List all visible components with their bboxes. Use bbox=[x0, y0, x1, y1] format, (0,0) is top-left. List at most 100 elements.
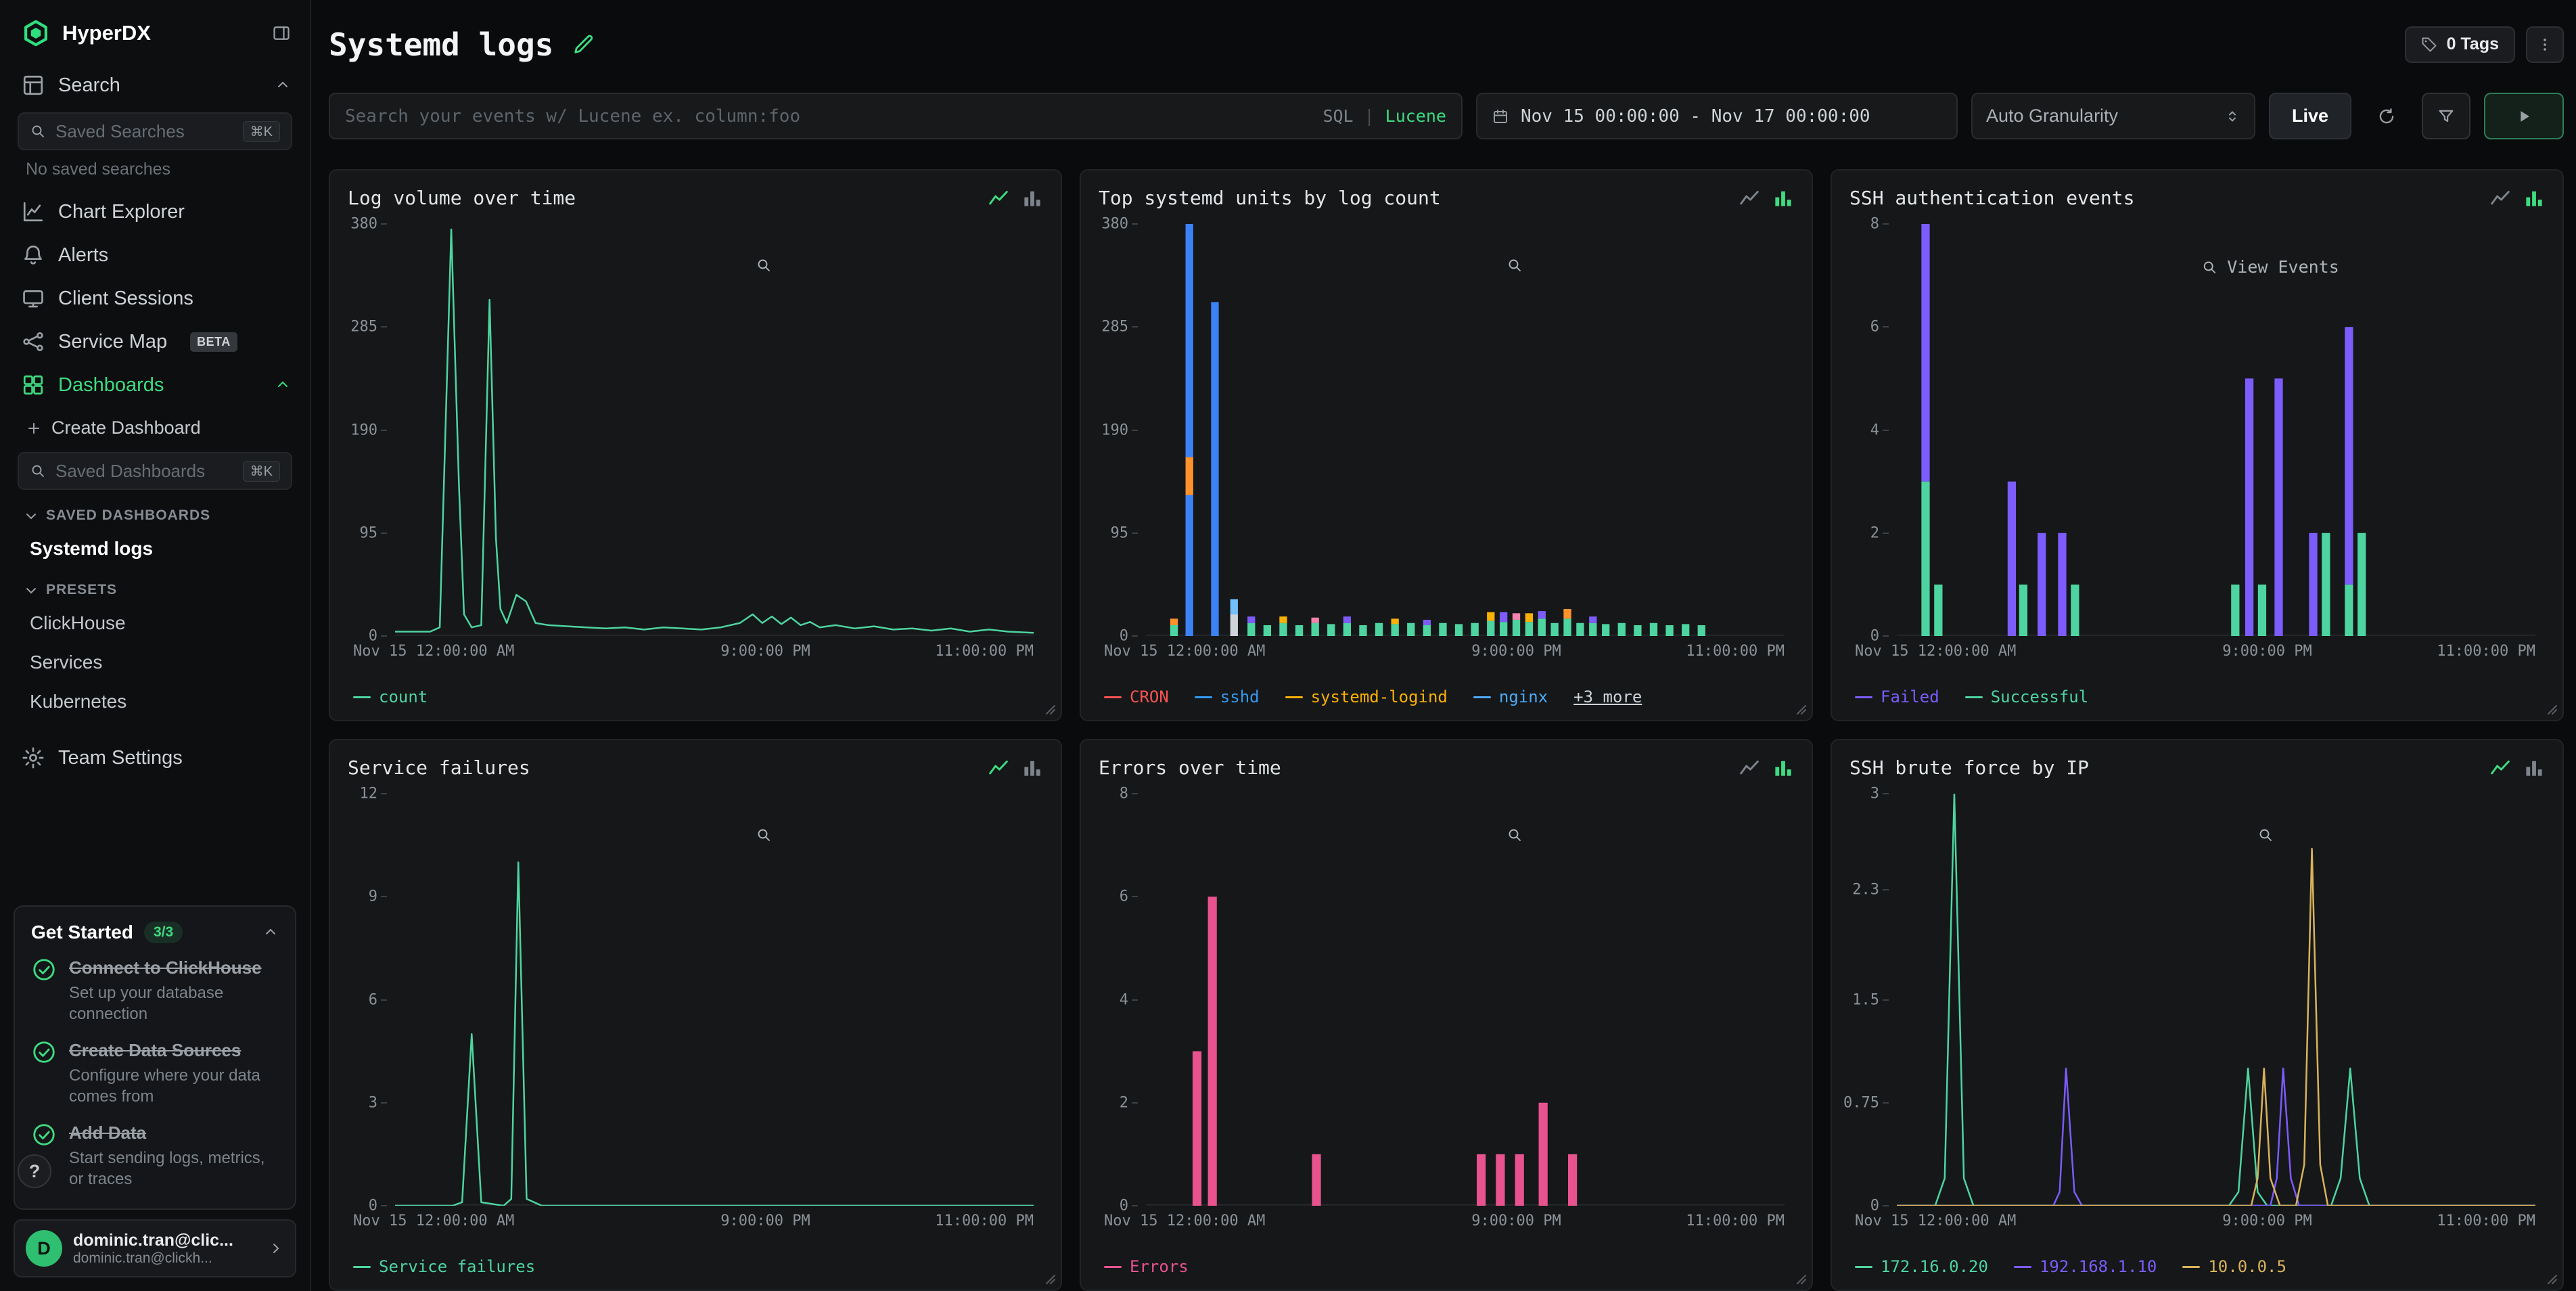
resize-grip-icon[interactable] bbox=[1794, 1272, 1808, 1286]
chart-panel-log-volume: Log volume over time 095190285380 Nov 15… bbox=[329, 169, 1062, 721]
chart-plot[interactable]: 095190285380 Nov 15 12:00:00 AM9:00:00 P… bbox=[348, 219, 1043, 681]
bar-chart-icon[interactable] bbox=[1772, 757, 1794, 779]
legend-item[interactable]: sshd bbox=[1195, 687, 1260, 706]
get-started-step[interactable]: Create Data Sources Configure where your… bbox=[31, 1039, 279, 1107]
resize-grip-icon[interactable] bbox=[2545, 1272, 2558, 1286]
chart-legend: CRON sshd systemd-logind nginx +3 more bbox=[1099, 681, 1794, 713]
resize-grip-icon[interactable] bbox=[1794, 702, 1808, 716]
saved-dashboards-input[interactable]: Saved Dashboards ⌘K bbox=[18, 452, 292, 490]
y-tick-label: 2.3 bbox=[1852, 882, 1879, 899]
sidebar-item-client-sessions[interactable]: Client Sessions bbox=[0, 277, 310, 320]
refresh-icon bbox=[2377, 107, 2396, 126]
chart-canvas[interactable] bbox=[395, 794, 1034, 1206]
get-started-step[interactable]: Connect to ClickHouse Set up your databa… bbox=[31, 957, 279, 1024]
section-presets[interactable]: PRESETS bbox=[0, 568, 310, 604]
dashboard-menu-button[interactable] bbox=[2526, 26, 2564, 63]
chart-canvas[interactable] bbox=[1897, 794, 2535, 1206]
preset-item-kubernetes[interactable]: Kubernetes bbox=[0, 682, 310, 721]
bar-chart-icon[interactable] bbox=[1772, 187, 1794, 209]
chart-plot[interactable]: 02468 Nov 15 12:00:00 AM9:00:00 PM11:00:… bbox=[1849, 219, 2545, 681]
user-card[interactable]: D dominic.tran@clic... dominic.tran@clic… bbox=[14, 1219, 296, 1277]
section-saved-dashboards[interactable]: SAVED DASHBOARDS bbox=[0, 494, 310, 529]
sidebar-item-chart-explorer[interactable]: Chart Explorer bbox=[0, 190, 310, 233]
x-axis: Nov 15 12:00:00 AM9:00:00 PM11:00:00 PM bbox=[395, 643, 1034, 663]
collapse-sidebar-icon[interactable] bbox=[272, 24, 291, 43]
view-events-button[interactable]: View Events bbox=[2201, 257, 2339, 277]
preset-item-clickhouse[interactable]: ClickHouse bbox=[0, 604, 310, 643]
select-chevrons-icon bbox=[2224, 108, 2240, 124]
view-events-button[interactable] bbox=[756, 827, 781, 843]
legend-item[interactable]: Failed bbox=[1855, 687, 1939, 706]
sidebar-item-alerts[interactable]: Alerts bbox=[0, 233, 310, 277]
bar-chart-icon[interactable] bbox=[1021, 187, 1043, 209]
create-dashboard-button[interactable]: Create Dashboard bbox=[0, 407, 310, 447]
filter-button[interactable] bbox=[2422, 93, 2470, 139]
gear-icon bbox=[22, 746, 45, 769]
sidebar: HyperDX Search Saved Searches ⌘K bbox=[0, 0, 311, 1291]
refresh-button[interactable] bbox=[2365, 93, 2408, 139]
bar-chart-icon[interactable] bbox=[1021, 757, 1043, 779]
legend-item[interactable]: systemd-logind bbox=[1285, 687, 1448, 706]
lucene-toggle[interactable]: Lucene bbox=[1385, 106, 1446, 126]
view-events-button[interactable] bbox=[756, 257, 781, 273]
chart-panel-ssh-auth: SSH authentication events 02468 Nov 15 1… bbox=[1831, 169, 2564, 721]
preset-item-services[interactable]: Services bbox=[0, 643, 310, 682]
live-button[interactable]: Live bbox=[2269, 93, 2351, 139]
chart-canvas[interactable] bbox=[1146, 794, 1785, 1206]
chart-canvas[interactable] bbox=[395, 224, 1034, 636]
line-chart-icon[interactable] bbox=[988, 757, 1009, 779]
sidebar-item-search[interactable]: Search bbox=[0, 64, 310, 107]
legend-item[interactable]: 10.0.0.5 bbox=[2182, 1257, 2286, 1276]
get-started-step[interactable]: Add Data Start sending logs, metrics, or… bbox=[31, 1122, 279, 1190]
bar-chart-icon[interactable] bbox=[2523, 757, 2545, 779]
resize-grip-icon[interactable] bbox=[1043, 702, 1057, 716]
chevron-up-icon[interactable] bbox=[262, 924, 279, 941]
chart-legend: Service failures bbox=[348, 1250, 1043, 1283]
view-events-button[interactable] bbox=[2257, 827, 2283, 843]
sql-toggle[interactable]: SQL bbox=[1322, 106, 1353, 126]
chart-plot[interactable]: 036912 Nov 15 12:00:00 AM9:00:00 PM11:00… bbox=[348, 788, 1043, 1250]
bar-chart-icon[interactable] bbox=[2523, 187, 2545, 209]
sidebar-item-team-settings[interactable]: Team Settings bbox=[0, 736, 310, 779]
date-range-picker[interactable]: Nov 15 00:00:00 - Nov 17 00:00:00 bbox=[1476, 93, 1958, 139]
y-tick-label: 12 bbox=[360, 786, 378, 802]
resize-grip-icon[interactable] bbox=[1043, 1272, 1057, 1286]
line-chart-icon[interactable] bbox=[2489, 757, 2511, 779]
legend-item[interactable]: nginx bbox=[1473, 687, 1548, 706]
line-chart-icon[interactable] bbox=[1739, 757, 1760, 779]
chart-panel-errors: Errors over time 02468 Nov 15 12:00:00 A… bbox=[1080, 739, 1813, 1291]
chart-plot[interactable]: 02468 Nov 15 12:00:00 AM9:00:00 PM11:00:… bbox=[1099, 788, 1794, 1250]
legend-item[interactable]: 192.168.1.10 bbox=[2014, 1257, 2157, 1276]
resize-grip-icon[interactable] bbox=[2545, 702, 2558, 716]
view-events-label: View Events bbox=[2227, 257, 2339, 277]
tags-button[interactable]: 0 Tags bbox=[2405, 26, 2515, 63]
help-button[interactable]: ? bbox=[18, 1154, 51, 1188]
legend-item[interactable]: +3 more bbox=[1573, 687, 1642, 706]
legend-item[interactable]: Successful bbox=[1965, 687, 2089, 706]
line-chart-icon[interactable] bbox=[2489, 187, 2511, 209]
legend-item[interactable]: CRON bbox=[1104, 687, 1169, 706]
legend-item[interactable]: Service failures bbox=[353, 1257, 535, 1276]
line-chart-icon[interactable] bbox=[988, 187, 1009, 209]
dashboard-item-systemd-logs[interactable]: Systemd logs bbox=[0, 529, 310, 568]
legend-item[interactable]: 172.16.0.20 bbox=[1855, 1257, 1988, 1276]
view-events-button[interactable] bbox=[1506, 257, 1532, 273]
legend-item[interactable]: Errors bbox=[1104, 1257, 1189, 1276]
saved-searches-input[interactable]: Saved Searches ⌘K bbox=[18, 112, 292, 150]
run-query-button[interactable] bbox=[2484, 93, 2564, 139]
check-circle-icon bbox=[31, 1122, 57, 1148]
chart-canvas[interactable] bbox=[1146, 224, 1785, 636]
sidebar-item-dashboards[interactable]: Dashboards bbox=[0, 363, 310, 407]
line-chart-icon[interactable] bbox=[1739, 187, 1760, 209]
granularity-select[interactable]: Auto Granularity bbox=[1971, 93, 2255, 139]
y-axis: 095190285380 bbox=[1099, 224, 1141, 636]
search-input[interactable] bbox=[345, 106, 1312, 127]
chart-canvas[interactable] bbox=[1897, 224, 2535, 636]
sidebar-item-label: Search bbox=[58, 74, 120, 97]
sidebar-item-service-map[interactable]: Service Map BETA bbox=[0, 320, 310, 363]
legend-item[interactable]: count bbox=[353, 687, 428, 706]
edit-title-pencil-icon[interactable] bbox=[571, 32, 595, 57]
chart-plot[interactable]: 00.751.52.33 Nov 15 12:00:00 AM9:00:00 P… bbox=[1849, 788, 2545, 1250]
view-events-button[interactable] bbox=[1506, 827, 1532, 843]
chart-plot[interactable]: 095190285380 Nov 15 12:00:00 AM9:00:00 P… bbox=[1099, 219, 1794, 681]
